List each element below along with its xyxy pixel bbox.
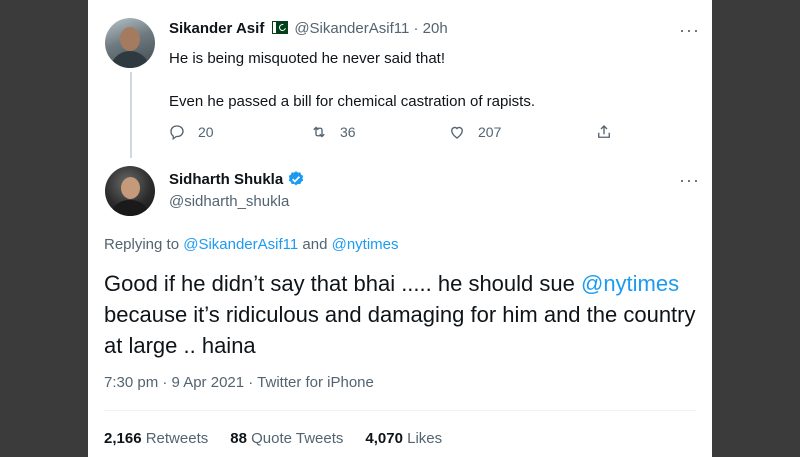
more-icon[interactable]: ··· bbox=[679, 20, 700, 41]
reply-tweet-text-line1: He is being misquoted he never said that… bbox=[169, 50, 445, 67]
replying-and: and bbox=[298, 236, 332, 253]
retweets-label: Retweets bbox=[145, 430, 209, 447]
reply-button[interactable]: 20 bbox=[168, 123, 214, 141]
reply-icon bbox=[170, 125, 184, 141]
likes-label: Likes bbox=[407, 430, 443, 447]
share-button[interactable] bbox=[595, 123, 625, 141]
quote-tweets-stat[interactable]: 88 Quote Tweets bbox=[230, 430, 343, 447]
avatar[interactable] bbox=[105, 166, 155, 216]
divider bbox=[104, 410, 696, 411]
avatar-body-shape bbox=[109, 200, 151, 216]
like-count: 207 bbox=[478, 124, 502, 140]
tweet-text-part2: because it’s ridiculous and damaging for… bbox=[104, 302, 696, 358]
likes-count: 4,070 bbox=[365, 430, 403, 447]
likes-stat[interactable]: 4,070 Likes bbox=[365, 430, 442, 447]
pakistan-flag-icon bbox=[272, 21, 289, 34]
author-name[interactable]: Sikander Asif bbox=[169, 20, 264, 37]
avatar-face-shape bbox=[121, 177, 140, 199]
like-button[interactable]: 207 bbox=[448, 123, 501, 141]
more-icon[interactable]: ··· bbox=[679, 170, 700, 191]
right-dark-frame bbox=[712, 0, 800, 457]
retweet-icon bbox=[313, 126, 325, 138]
quotes-label: Quote Tweets bbox=[251, 430, 344, 447]
thread-connector-line bbox=[130, 72, 132, 158]
tweet-text-part1: Good if he didn’t say that bhai ..... he… bbox=[104, 271, 581, 296]
main-tweet-text: Good if he didn’t say that bhai ..... he… bbox=[104, 268, 704, 361]
retweets-stat[interactable]: 2,166 Retweets bbox=[104, 430, 208, 447]
like-icon bbox=[451, 126, 463, 139]
separator-dot: · bbox=[409, 20, 423, 37]
author-handle[interactable]: @SikanderAsif11 bbox=[294, 20, 409, 37]
retweets-count: 2,166 bbox=[104, 430, 142, 447]
engagement-stats: 2,166 Retweets 88 Quote Tweets 4,070 Lik… bbox=[104, 430, 442, 447]
replying-prefix: Replying to bbox=[104, 236, 184, 253]
avatar-face-shape bbox=[120, 27, 140, 51]
author-handle[interactable]: @sidharth_shukla bbox=[169, 193, 289, 210]
tweet-timestamp[interactable]: 7:30 pm · 9 Apr 2021 · Twitter for iPhon… bbox=[104, 374, 374, 391]
author-name[interactable]: Sidharth Shukla bbox=[169, 171, 283, 188]
reply-tweet-text-line2: Even he passed a bill for chemical castr… bbox=[169, 93, 536, 110]
verified-badge-icon bbox=[288, 171, 304, 186]
tweet-time[interactable]: 20h bbox=[423, 20, 448, 37]
mention-link-sikanderasif[interactable]: @SikanderAsif11 bbox=[183, 236, 298, 253]
avatar[interactable] bbox=[105, 18, 155, 68]
left-dark-frame bbox=[0, 0, 88, 457]
main-author-name-row: Sidharth Shukla bbox=[169, 170, 305, 188]
retweet-button[interactable]: 36 bbox=[310, 123, 356, 141]
avatar-body-shape bbox=[110, 51, 150, 68]
mention-link-nytimes-body[interactable]: @nytimes bbox=[581, 271, 679, 296]
retweet-count: 36 bbox=[340, 124, 356, 140]
reply-count: 20 bbox=[198, 124, 214, 140]
quotes-count: 88 bbox=[230, 430, 247, 447]
tweet-thread-card: Sikander Asif @SikanderAsif11 · 20h ··· H… bbox=[88, 0, 712, 457]
share-icon bbox=[598, 125, 610, 138]
reply-tweet-header: Sikander Asif @SikanderAsif11 · 20h bbox=[169, 20, 448, 37]
mention-link-nytimes[interactable]: @nytimes bbox=[332, 236, 399, 253]
replying-to-line: Replying to @SikanderAsif11 and @nytimes bbox=[104, 236, 399, 253]
